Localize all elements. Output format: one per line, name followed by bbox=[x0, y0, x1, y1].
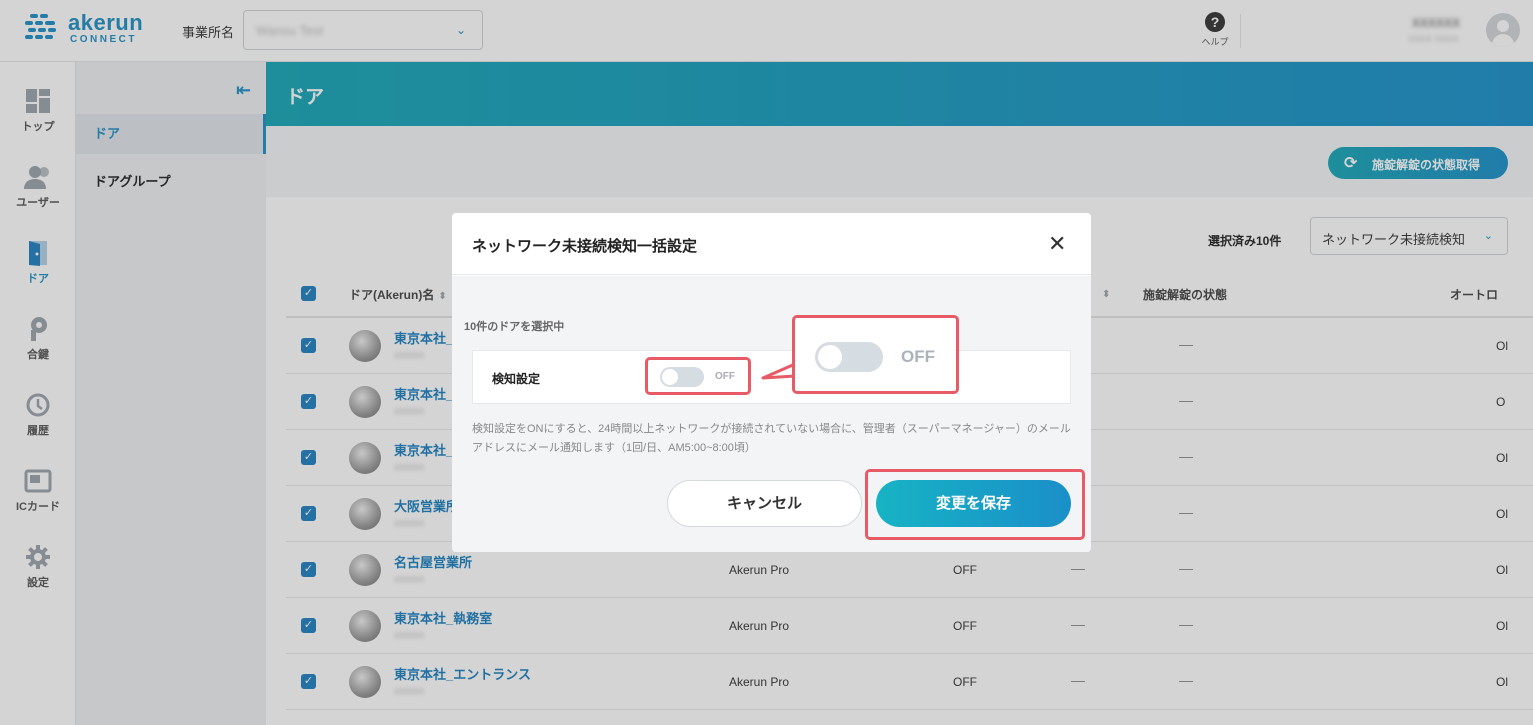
modal-header: ネットワーク未接続検知一括設定 ✕ bbox=[452, 213, 1091, 275]
modal-title: ネットワーク未接続検知一括設定 bbox=[472, 238, 698, 255]
zoomed-toggle-knob bbox=[818, 345, 842, 369]
save-button-highlight-box bbox=[865, 469, 1085, 540]
zoomed-toggle-label: OFF bbox=[901, 347, 935, 366]
toggle-highlight-box bbox=[645, 357, 751, 395]
cancel-button[interactable]: キャンセル bbox=[667, 480, 862, 527]
detection-note: 検知設定をONにすると、24時間以上ネットワークが接続されていない場合に、管理者… bbox=[472, 423, 1071, 454]
zoomed-toggle bbox=[815, 342, 883, 372]
close-icon[interactable]: ✕ bbox=[1048, 231, 1066, 257]
detection-setting-label: 検知設定 bbox=[492, 372, 541, 386]
selected-doors-info: 10件のドアを選択中 bbox=[464, 321, 565, 333]
toggle-zoom-callout: OFF bbox=[792, 315, 959, 394]
